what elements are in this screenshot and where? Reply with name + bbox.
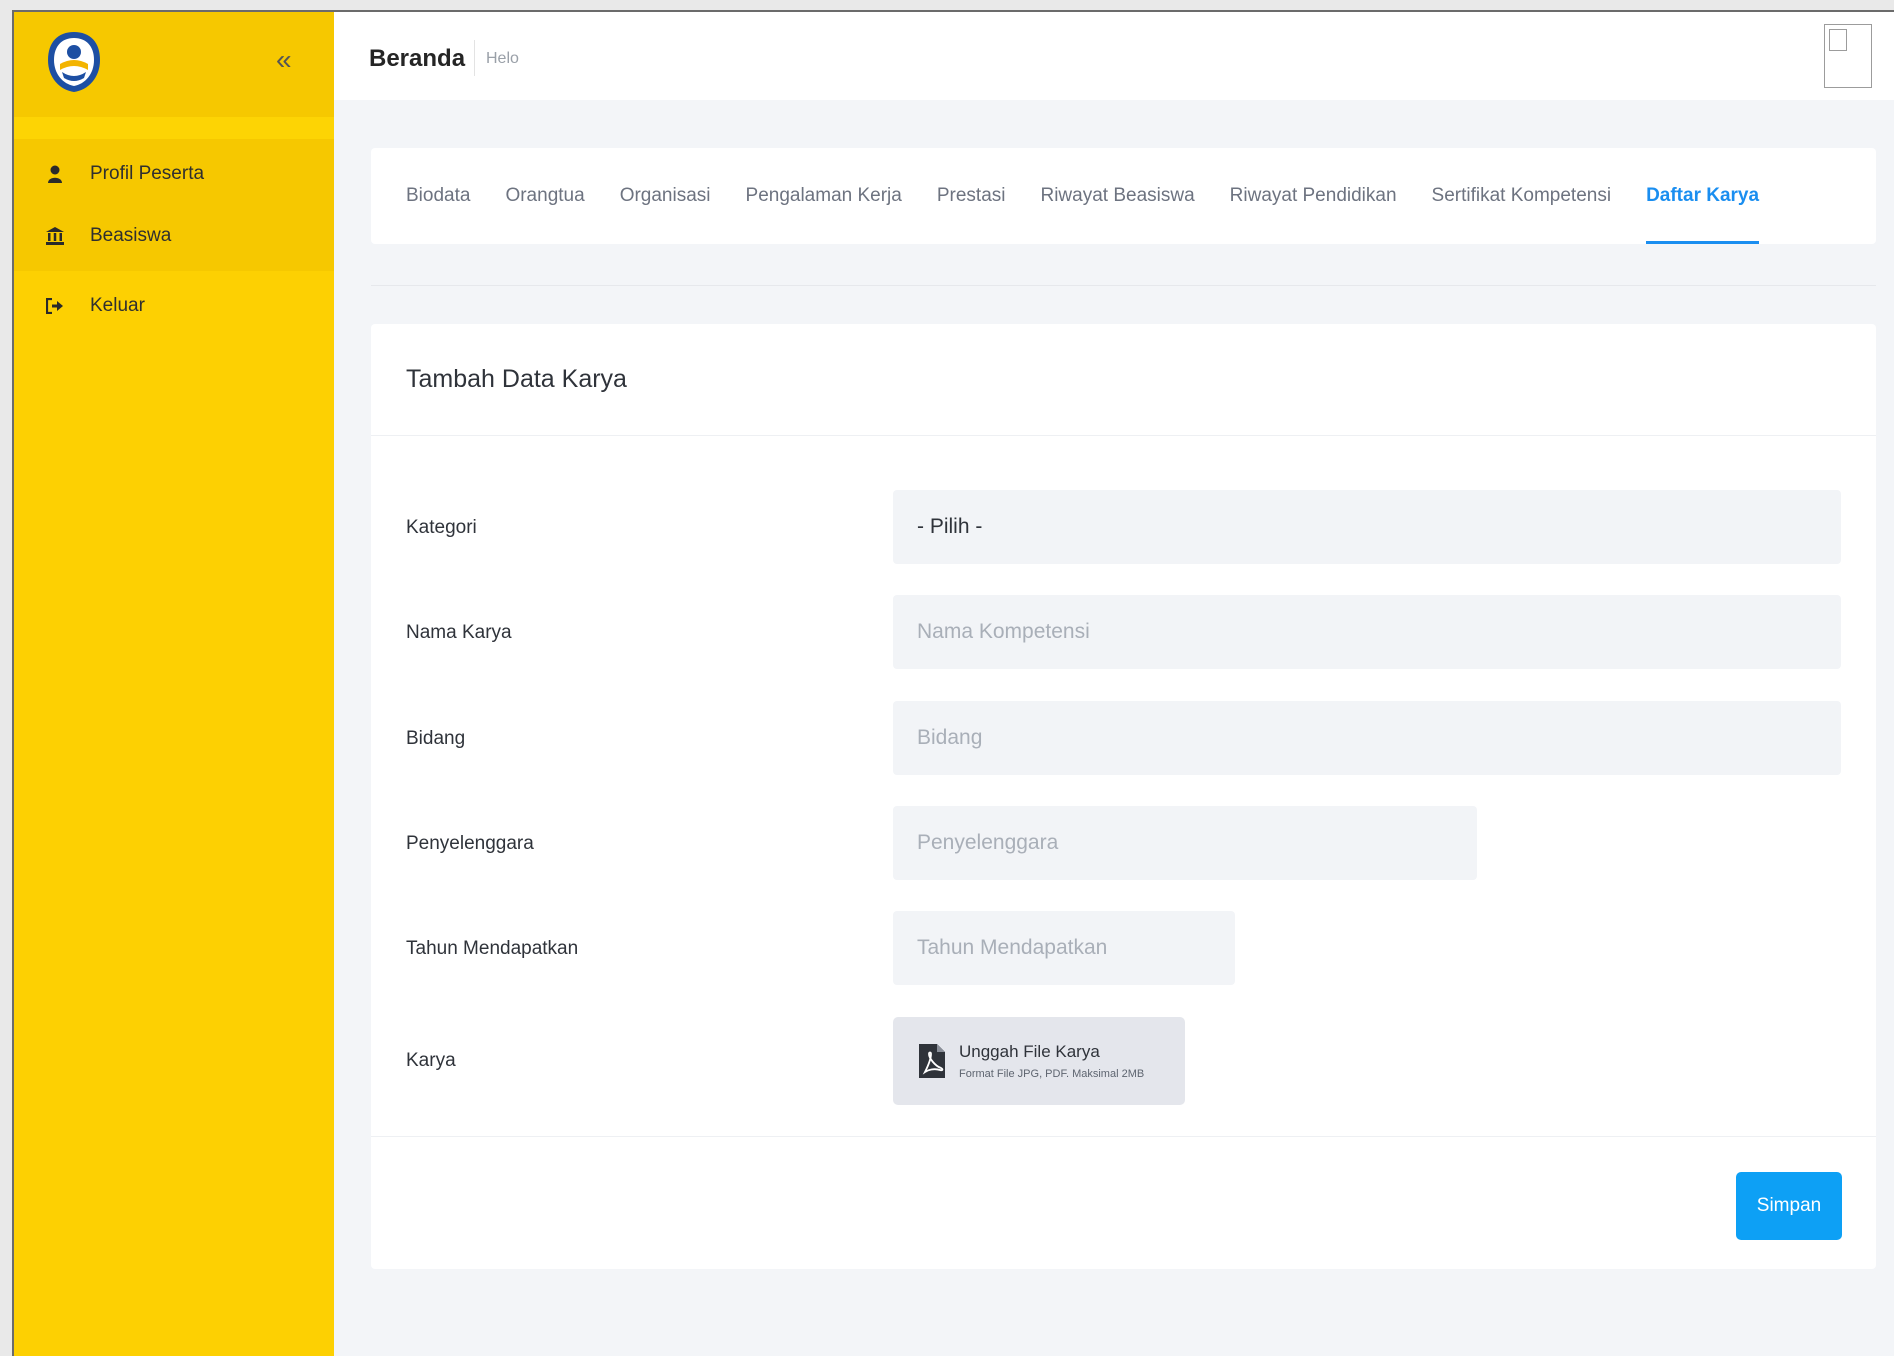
tab-biodata[interactable]: Biodata	[406, 148, 470, 244]
save-button[interactable]: Simpan	[1736, 1172, 1842, 1240]
sidebar: « Profil Peserta Beasiswa Keluar	[14, 12, 334, 1356]
tabs-card: Biodata Orangtua Organisasi Pengalaman K…	[371, 148, 1876, 244]
topbar: Beranda Helo	[334, 12, 1894, 100]
app-window: « Profil Peserta Beasiswa Keluar Beranda…	[12, 10, 1894, 1356]
kategori-select[interactable]: - Pilih -	[893, 490, 1841, 564]
bidang-input[interactable]	[893, 701, 1841, 775]
sidebar-item-profil-peserta[interactable]: Profil Peserta	[14, 143, 334, 205]
user-icon	[44, 163, 66, 185]
tahun-input[interactable]	[893, 911, 1235, 985]
form-title: Tambah Data Karya	[371, 324, 1876, 436]
tab-riwayat-beasiswa[interactable]: Riwayat Beasiswa	[1040, 148, 1194, 244]
logo-icon	[48, 32, 100, 92]
tab-riwayat-pendidikan[interactable]: Riwayat Pendidikan	[1230, 148, 1397, 244]
user-avatar[interactable]	[1824, 24, 1872, 88]
nama-karya-row: Nama Karya	[371, 595, 1876, 671]
section-divider	[371, 285, 1876, 286]
bank-icon	[44, 225, 66, 247]
tab-pengalaman-kerja[interactable]: Pengalaman Kerja	[746, 148, 902, 244]
kategori-row: Kategori - Pilih -	[371, 490, 1876, 566]
upload-hint: Format File JPG, PDF. Maksimal 2MB	[959, 1068, 1145, 1080]
sidebar-item-label: Keluar	[90, 295, 145, 316]
page-subtitle: Helo	[486, 50, 519, 67]
sidebar-menu-secondary: Keluar	[14, 271, 334, 341]
tab-sertifikat-kompetensi[interactable]: Sertifikat Kompetensi	[1432, 148, 1612, 244]
sidebar-item-label: Beasiswa	[90, 225, 172, 246]
tahun-row: Tahun Mendapatkan	[371, 911, 1876, 987]
nama-karya-input[interactable]	[893, 595, 1841, 669]
collapse-sidebar-button[interactable]: «	[276, 46, 292, 74]
penyelenggara-input[interactable]	[893, 806, 1477, 880]
page-title: Beranda	[369, 45, 466, 72]
sidebar-item-label: Profil Peserta	[90, 163, 205, 184]
tab-daftar-karya[interactable]: Daftar Karya	[1646, 148, 1760, 244]
karya-row: Karya Unggah File Karya Format File JPG,…	[371, 1017, 1876, 1105]
upload-title: Unggah File Karya	[959, 1042, 1100, 1061]
sidebar-item-beasiswa[interactable]: Beasiswa	[14, 205, 334, 267]
bidang-row: Bidang	[371, 701, 1876, 777]
sidebar-header: «	[14, 12, 334, 117]
form-footer-divider	[371, 1136, 1876, 1137]
sidebar-item-keluar[interactable]: Keluar	[14, 275, 334, 337]
nama-karya-label: Nama Karya	[406, 622, 512, 643]
upload-file-button[interactable]: Unggah File Karya Format File JPG, PDF. …	[893, 1017, 1185, 1105]
form-card: Tambah Data Karya Kategori - Pilih - Nam…	[371, 324, 1876, 1269]
profile-tabs: Biodata Orangtua Organisasi Pengalaman K…	[371, 148, 1876, 244]
karya-label: Karya	[406, 1050, 456, 1071]
tab-organisasi[interactable]: Organisasi	[620, 148, 711, 244]
sidebar-band	[14, 117, 334, 139]
sidebar-menu: Profil Peserta Beasiswa	[14, 139, 334, 271]
bidang-label: Bidang	[406, 728, 466, 749]
file-pdf-icon	[919, 1044, 945, 1078]
topbar-divider	[474, 40, 475, 76]
penyelenggara-label: Penyelenggara	[406, 833, 534, 854]
upload-text: Unggah File Karya Format File JPG, PDF. …	[959, 1042, 1144, 1080]
sign-out-icon	[44, 295, 66, 317]
kategori-label: Kategori	[406, 517, 477, 538]
penyelenggara-row: Penyelenggara	[371, 806, 1876, 882]
tab-prestasi[interactable]: Prestasi	[937, 148, 1006, 244]
tahun-label: Tahun Mendapatkan	[406, 938, 579, 959]
tab-orangtua[interactable]: Orangtua	[505, 148, 584, 244]
